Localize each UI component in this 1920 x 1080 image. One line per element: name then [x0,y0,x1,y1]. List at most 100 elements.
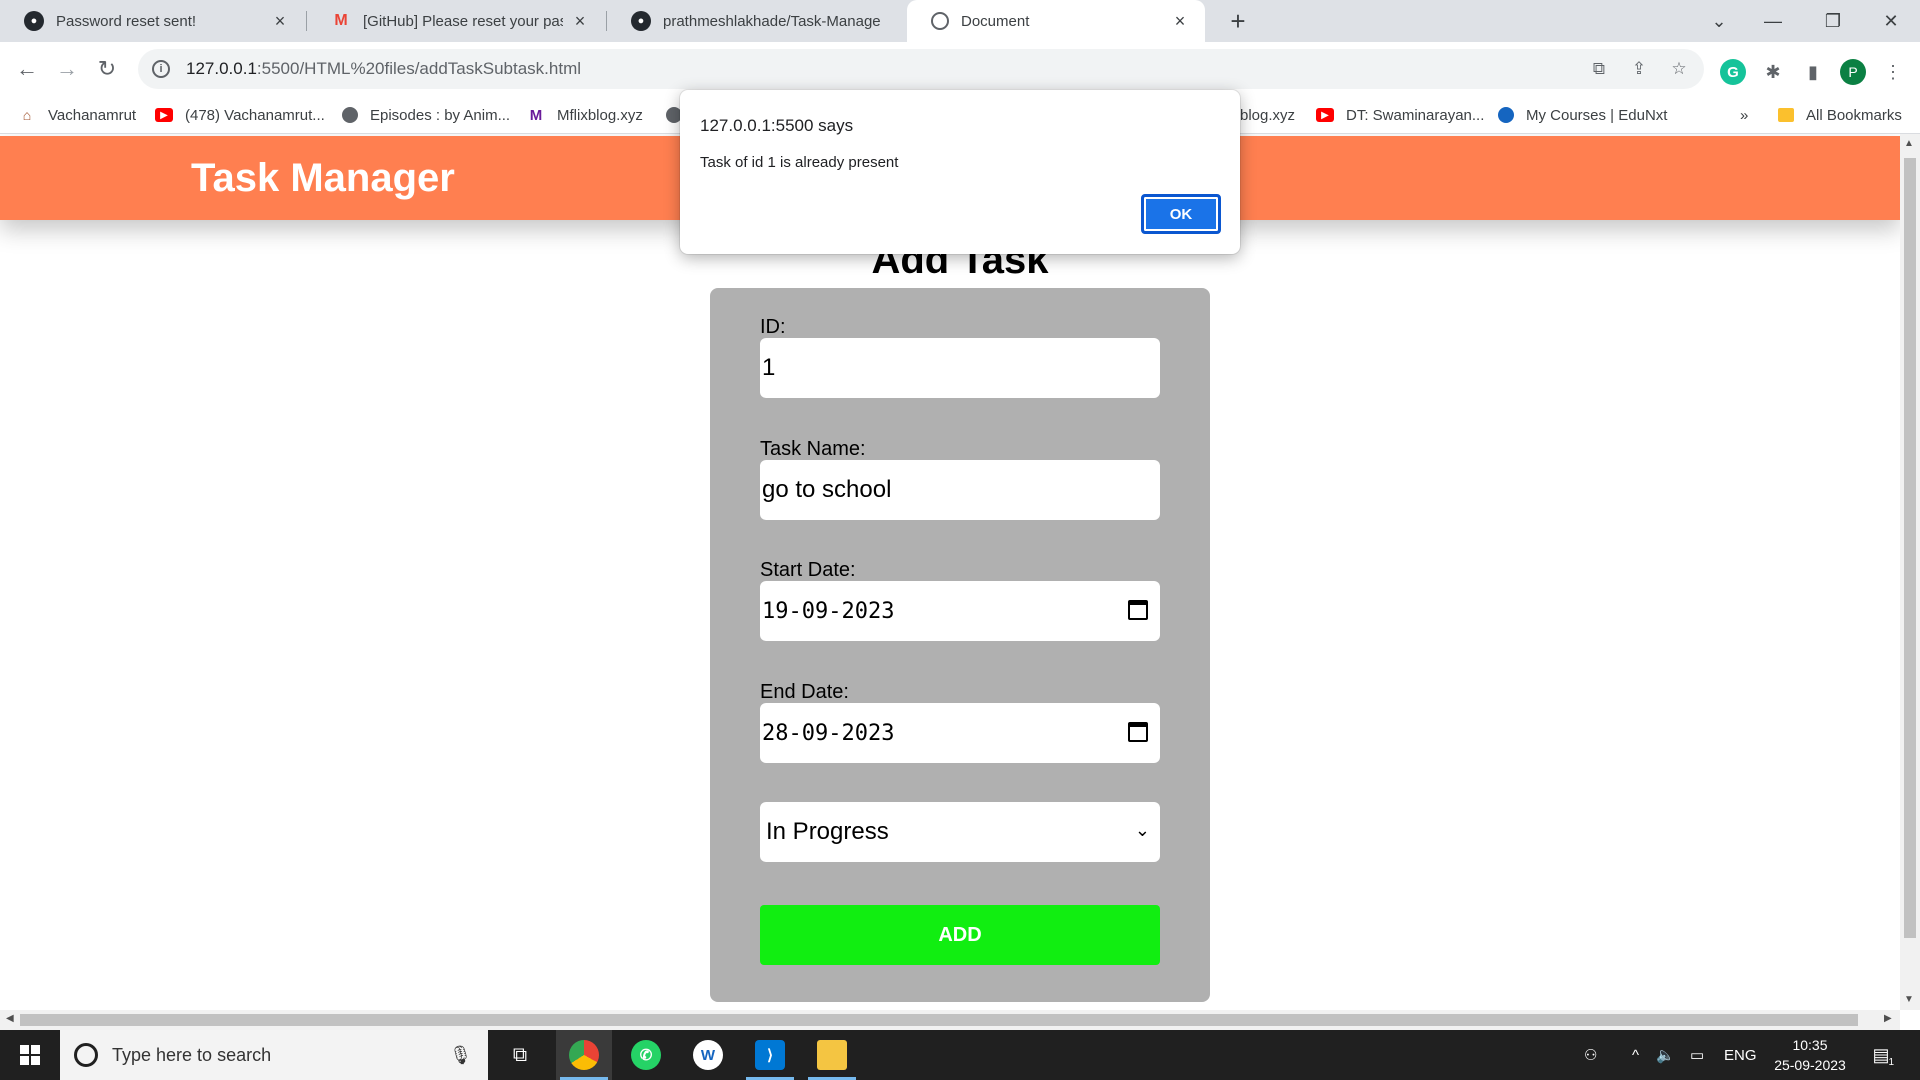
explorer-taskbar-button[interactable] [804,1030,860,1080]
tab-document[interactable]: Document × [907,0,1205,42]
globe-icon [342,107,358,123]
vscode-taskbar-button[interactable]: ⟩ [742,1030,798,1080]
youtube-icon: ▶ [1316,108,1334,122]
globe-icon [931,12,949,30]
tab-title: [GitHub] Please reset your passw [363,12,563,30]
bookmark-blog[interactable]: blog.xyz [1240,96,1295,134]
task-name-label: Task Name: [760,438,866,460]
start-date-field[interactable]: 19-09-2023 [760,581,1160,641]
calendar-icon[interactable] [1128,722,1148,742]
url-path: :5500/HTML%20files/addTaskSubtask.html [256,59,582,78]
close-window-button[interactable]: ✕ [1866,0,1916,42]
whatsapp-taskbar-button[interactable]: ✆ [618,1030,674,1080]
bookmark-star-icon[interactable]: ☆ [1666,56,1692,82]
tab-search-icon[interactable]: ⌄ [1694,0,1744,42]
bookmark-label: (478) Vachanamrut... [185,106,325,124]
site-info-icon[interactable]: i [152,60,170,78]
back-button[interactable]: ← [10,52,44,86]
tab-title: prathmeshlakhade/Task-Manage [663,12,881,30]
people-icon[interactable]: ⚇ [1584,1030,1597,1080]
close-icon[interactable]: × [1169,10,1191,32]
status-select[interactable]: In Progress ⌄ [760,802,1160,862]
show-hidden-icons[interactable]: ^ [1632,1030,1639,1080]
new-tab-button[interactable]: + [1222,6,1254,36]
github-icon: ● [631,11,651,31]
start-button[interactable] [0,1030,60,1080]
github-icon: ● [24,11,44,31]
bookmark-label: My Courses | EduNxt [1526,106,1668,124]
start-date-label: Start Date: [760,559,856,581]
app-taskbar-button[interactable]: W [680,1030,736,1080]
battery-icon[interactable]: ▭ [1690,1030,1704,1080]
all-bookmarks-button[interactable]: All Bookmarks [1778,96,1902,134]
close-icon[interactable]: × [569,10,591,32]
reload-button[interactable]: ↻ [90,52,124,86]
ok-button[interactable]: OK [1141,194,1221,234]
bookmark-mflixblog[interactable]: M Mflixblog.xyz [527,96,643,134]
scrollbar-thumb[interactable] [1904,158,1916,938]
tab-password-reset[interactable]: ● Password reset sent! × [0,0,305,42]
side-panel-icon[interactable]: ▮ [1800,59,1826,85]
bookmark-label: All Bookmarks [1806,106,1902,124]
windows-logo-icon [20,1045,40,1065]
url-host: 127.0.0.1 [186,59,257,78]
bookmark-episodes[interactable]: Episodes : by Anim... [342,96,510,134]
id-field[interactable]: 1 [760,338,1160,398]
volume-icon[interactable]: 🔈 [1656,1030,1675,1080]
task-name-value: go to school [762,476,892,503]
scrollbar-thumb[interactable] [20,1014,1858,1026]
microphone-icon[interactable]: 🎙 [449,1045,472,1066]
tab-github-reset[interactable]: M [GitHub] Please reset your passw × [307,0,605,42]
end-date-field[interactable]: 28-09-2023 [760,703,1160,763]
bookmark-vachanamrut-youtube[interactable]: ▶ (478) Vachanamrut... [155,96,325,134]
browser-toolbar: ← → ↻ i 127.0.0.1:5500/HTML%20files/addT… [0,42,1920,96]
bookmark-label: blog.xyz [1240,106,1296,124]
add-button[interactable]: ADD [760,905,1160,965]
address-bar[interactable]: i 127.0.0.1:5500/HTML%20files/addTaskSub… [138,49,1704,89]
end-date-value: 28-09-2023 [762,720,895,746]
chrome-taskbar-button[interactable] [556,1030,612,1080]
bookmark-dt-swaminarayan[interactable]: ▶ DT: Swaminarayan... [1316,96,1484,134]
m-logo-icon: M [529,106,543,124]
calendar-icon[interactable] [1128,600,1148,620]
forward-button[interactable]: → [50,52,84,86]
alert-title: 127.0.0.1:5500 says [700,116,854,135]
search-icon [74,1043,98,1067]
close-icon[interactable]: × [269,10,291,32]
temple-icon: ⌂ [22,107,32,123]
extensions-icon[interactable]: ✱ [1760,59,1786,85]
vertical-scrollbar[interactable]: ▲ ▼ [1900,134,1920,1010]
translate-icon[interactable]: ⧉ [1586,56,1612,82]
menu-icon[interactable]: ⋮ [1880,59,1906,85]
clock[interactable]: 10:35 25-09-2023 [1760,1035,1860,1075]
start-date-value: 19-09-2023 [762,598,895,624]
youtube-icon: ▶ [155,108,173,122]
scroll-down-icon[interactable]: ▼ [1904,994,1914,1005]
more-bookmarks-button[interactable]: » [1740,96,1748,134]
grammarly-icon[interactable]: G [1720,59,1746,85]
restore-button[interactable]: ❐ [1808,0,1858,42]
minimize-button[interactable]: — [1748,0,1798,42]
scroll-right-icon[interactable]: ▶ [1884,1013,1892,1024]
chevron-down-icon: ⌄ [1134,820,1150,840]
bookmark-vachanamrut[interactable]: ⌂ Vachanamrut [18,96,136,134]
whatsapp-icon: ✆ [631,1040,661,1070]
windows-taskbar: Type here to search 🎙 ⧉ ✆ W ⟩ ⚇ ^ 🔈 ▭ EN… [0,1030,1920,1080]
notification-center[interactable]: ▤ 1 [1866,1040,1896,1070]
taskbar-search[interactable]: Type here to search 🎙 [60,1030,488,1080]
language-indicator[interactable]: ENG [1724,1030,1757,1080]
task-view-button[interactable]: ⧉ [492,1030,548,1080]
notification-icon: ▤ [1872,1044,1890,1065]
edunxt-icon [1498,107,1514,123]
scroll-up-icon[interactable]: ▲ [1904,138,1914,149]
end-date-label: End Date: [760,681,849,703]
tab-task-manager-repo[interactable]: ● prathmeshlakhade/Task-Manage [607,0,905,42]
profile-avatar[interactable]: P [1840,59,1866,85]
folder-icon [1778,108,1794,122]
scroll-left-icon[interactable]: ◀ [6,1013,14,1024]
task-name-field[interactable]: go to school [760,460,1160,520]
share-icon[interactable]: ⇪ [1626,56,1652,82]
bookmark-edunxt[interactable]: My Courses | EduNxt [1498,96,1667,134]
app-title: Task Manager [191,156,455,200]
horizontal-scrollbar[interactable]: ◀ ▶ [0,1010,1900,1030]
